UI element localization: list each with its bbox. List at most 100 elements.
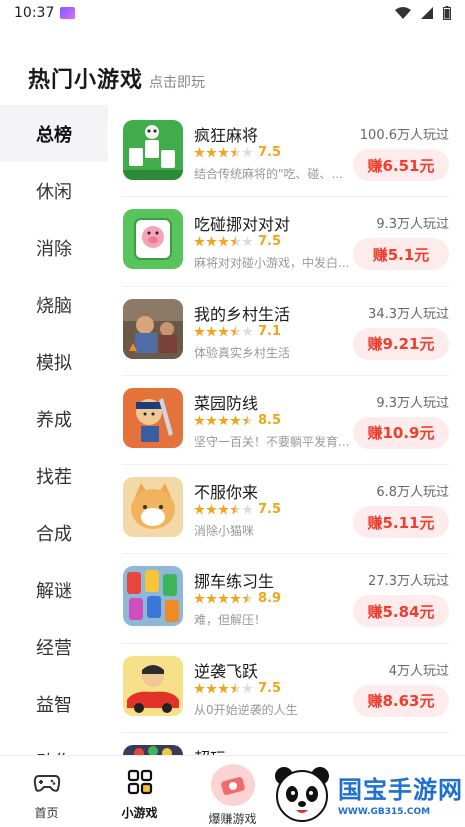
panda-logo-icon (275, 766, 329, 822)
cat-game-icon[interactable] (123, 477, 183, 538)
star-rating-icon (194, 682, 253, 694)
game-row[interactable]: 挪车练习生 8.9 难，但解压！ 27.3万人玩过 赚5.84元 (122, 554, 449, 644)
status-icons (395, 6, 451, 20)
sidebar-item-simulation[interactable]: 模拟 (0, 333, 108, 390)
play-count: 9.3万人玩过 (376, 395, 449, 411)
category-sidebar: 总榜 休闲 消除 烧脑 模拟 养成 找茬 合成 解谜 经营 益智 动作 (0, 105, 108, 755)
game-name: 吃碰挪对对对 (194, 215, 291, 235)
nav-mini-games[interactable]: 小游戏 (93, 756, 186, 827)
game-row-partial[interactable]: 超玩一... (122, 733, 449, 755)
nav-earn-games[interactable]: 爆赚游戏 (186, 756, 279, 827)
earn-button[interactable]: 赚8.63元 (353, 684, 449, 717)
rating-score: 7.5 (258, 680, 282, 696)
game-name: 疯狂麻将 (194, 126, 259, 145)
star-rating-icon (194, 236, 253, 247)
mahjong-game-icon[interactable] (123, 120, 183, 180)
play-count: 4万人玩过 (388, 663, 449, 679)
sidebar-item-educational[interactable]: 益智 (0, 675, 108, 732)
play-count: 34.3万人玩过 (368, 306, 449, 322)
app-notification-icon (60, 7, 76, 19)
game-row[interactable]: 菜园防线 8.5 坚守一百关！不要躺平发育... 9.3万人玩过 赚10.9元 (122, 376, 449, 466)
garden-defense-game-icon[interactable] (123, 387, 183, 448)
earn-button[interactable]: 赚10.9元 (353, 416, 449, 449)
watermark-text: 国宝手游网 WWW.GB315.COM (338, 770, 463, 817)
sidebar-item-casual[interactable]: 休闲 (0, 162, 108, 219)
gamepad-icon (33, 775, 60, 792)
sidebar-item-management[interactable]: 经营 (0, 618, 108, 675)
rating-score: 7.5 (258, 145, 282, 160)
page-header: 热门小游戏 点击即玩 (28, 62, 205, 94)
status-bar: 10:37 (0, 0, 465, 26)
sidebar-item-overall[interactable]: 总榜 (0, 105, 108, 162)
game-row[interactable]: 吃碰挪对对对 7.5 麻将对对碰小游戏，中发白... 9.3万人玩过 赚5.1元 (122, 197, 449, 287)
partial-game-icon[interactable] (123, 745, 183, 755)
nav-home-label: 首页 (34, 806, 59, 820)
game-description: 难，但解压！ (194, 613, 267, 628)
nav-earn-games-label: 爆赚游戏 (208, 812, 257, 826)
game-rating: 7.5 (194, 145, 281, 160)
game-description: 麻将对对碰小游戏，中发白... (194, 256, 350, 271)
game-description: 坚守一百关！不要躺平发育... (194, 434, 350, 449)
page-title: 热门小游戏 (28, 68, 144, 93)
game-rating: 8.5 (194, 413, 281, 428)
sidebar-item-puzzle[interactable]: 解谜 (0, 561, 108, 618)
battery-icon (443, 6, 451, 20)
rating-score: 8.9 (258, 591, 282, 607)
game-name: 挪车练习生 (194, 572, 275, 592)
play-count: 27.3万人玩过 (368, 574, 449, 590)
sidebar-item-brain[interactable]: 烧脑 (0, 276, 108, 333)
game-rating: 7.1 (194, 324, 281, 339)
game-rating: 8.9 (194, 591, 281, 606)
star-rating-icon (194, 504, 253, 515)
game-rating: 7.5 (194, 234, 281, 249)
game-description: 体验真实乡村生活 (194, 345, 291, 360)
status-time: 10:37 (14, 5, 55, 21)
earn-button[interactable]: 赚6.51元 (353, 149, 449, 181)
game-row[interactable]: 逆袭飞跃 7.5 从0开始逆袭的人生 4万人玩过 赚8.63元 (122, 644, 449, 734)
game-name: 逆袭飞跃 (194, 661, 259, 681)
game-list: 疯狂麻将 7.5 结合传统麻将的"吃、碰、... 100.6万人玩过 赚6.51… (108, 108, 465, 755)
nav-home[interactable]: 首页 (0, 756, 93, 827)
sidebar-item-merge[interactable]: 合成 (0, 504, 108, 561)
game-name: 超玩一... (194, 745, 257, 755)
sidebar-item-match[interactable]: 消除 (0, 219, 108, 276)
earn-button[interactable]: 赚5.11元 (353, 506, 449, 539)
wifi-icon (395, 7, 411, 19)
page-subtitle: 点击即玩 (149, 75, 206, 91)
star-rating-icon (194, 414, 253, 426)
sidebar-item-spot-difference[interactable]: 找茬 (0, 447, 108, 504)
sidebar-item-action[interactable]: 动作 (0, 732, 108, 756)
sidebar-item-raising[interactable]: 养成 (0, 390, 108, 447)
earn-button[interactable]: 赚5.84元 (353, 595, 449, 628)
earn-button[interactable]: 赚9.21元 (353, 327, 449, 360)
comeback-leap-game-icon[interactable] (123, 655, 183, 716)
rating-score: 7.5 (258, 502, 282, 518)
game-row[interactable]: 不服你来 7.5 消除小猫咪 6.8万人玩过 赚5.11元 (122, 465, 449, 555)
signal-icon (421, 7, 433, 19)
earn-button[interactable]: 赚5.1元 (353, 238, 449, 271)
game-row[interactable]: 我的乡村生活 7.1 体验真实乡村生活 34.3万人玩过 赚9.21元 (122, 287, 449, 376)
play-count: 9.3万人玩过 (376, 217, 449, 233)
star-rating-icon (194, 147, 253, 158)
game-rating: 7.5 (194, 502, 281, 517)
rating-score: 7.1 (258, 323, 282, 339)
watermark-title: 国宝手游网 (338, 776, 463, 804)
play-count: 6.8万人玩过 (376, 485, 449, 501)
play-count: 100.6万人玩过 (359, 128, 449, 143)
game-description: 从0开始逆袭的人生 (194, 702, 298, 717)
game-row[interactable]: 疯狂麻将 7.5 结合传统麻将的"吃、碰、... 100.6万人玩过 赚6.51… (122, 108, 449, 198)
village-life-game-icon[interactable] (123, 298, 183, 359)
game-name: 我的乡村生活 (194, 304, 291, 324)
star-rating-icon (194, 593, 253, 604)
pig-mahjong-game-icon[interactable] (123, 209, 183, 270)
site-watermark: 国宝手游网 WWW.GB315.COM (270, 760, 465, 827)
rating-score: 7.5 (258, 234, 282, 250)
watermark-url: WWW.GB315.COM (338, 807, 431, 817)
parking-game-icon[interactable] (123, 566, 183, 627)
game-description: 结合传统麻将的"吃、碰、... (194, 167, 343, 181)
game-description: 消除小猫咪 (194, 524, 255, 539)
grid-icon (127, 769, 152, 795)
game-rating: 7.5 (194, 681, 281, 696)
star-rating-icon (194, 325, 253, 337)
game-name: 菜园防线 (194, 393, 259, 413)
